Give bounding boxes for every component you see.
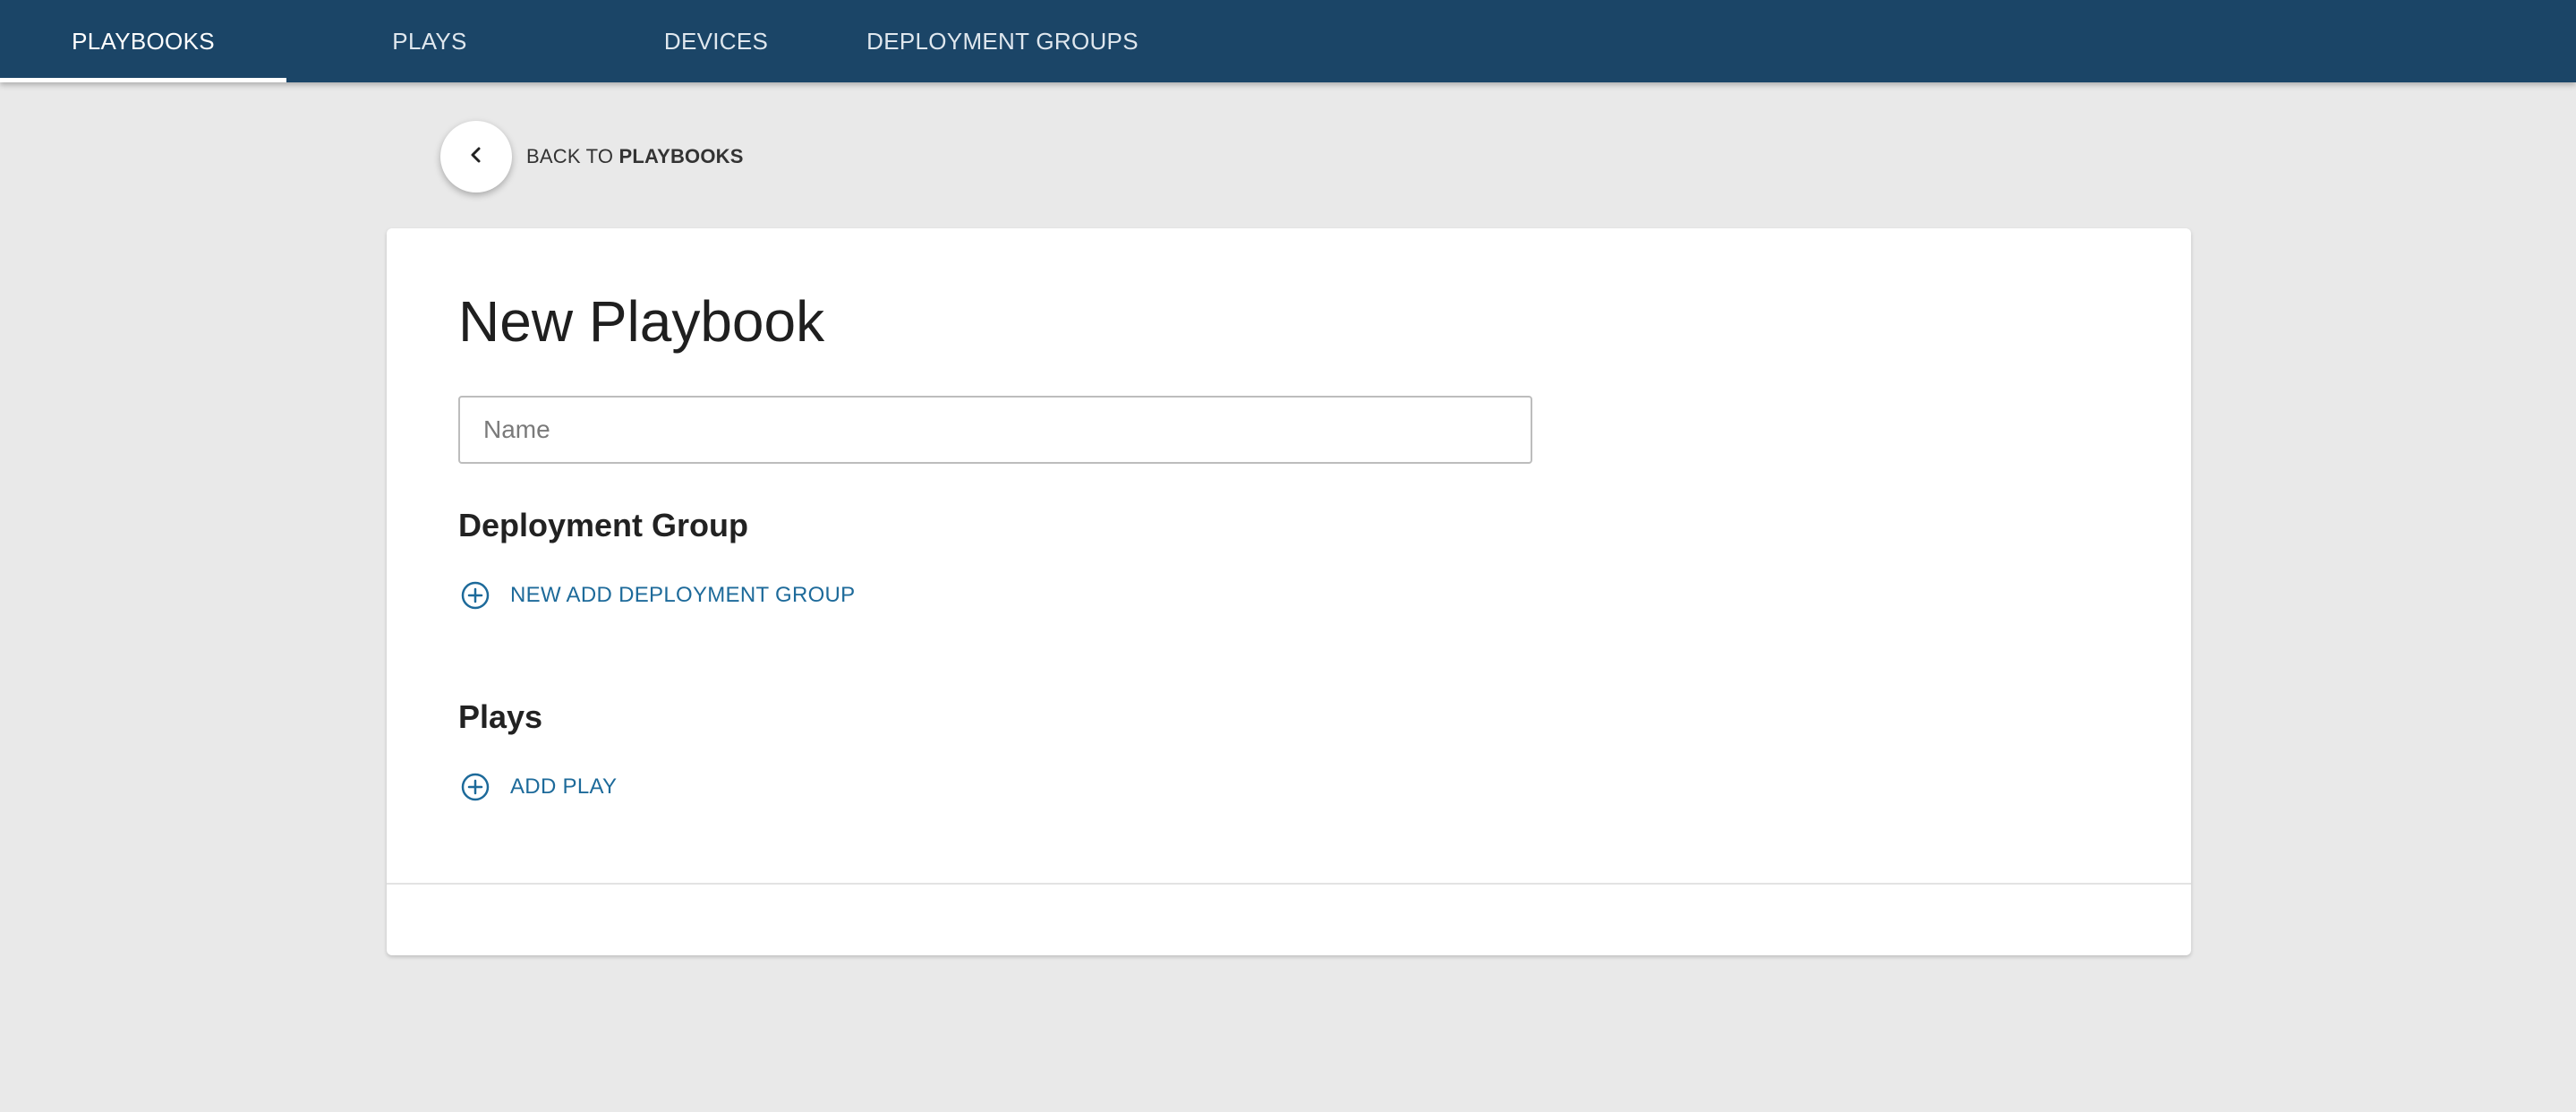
top-nav-bar: PLAYBOOKS PLAYS DEVICES DEPLOYMENT GROUP… xyxy=(0,0,2576,82)
tab-playbooks[interactable]: PLAYBOOKS xyxy=(0,0,286,82)
add-play-label: ADD PLAY xyxy=(510,774,618,799)
tab-deployment-groups-label: DEPLOYMENT GROUPS xyxy=(866,27,1139,55)
new-playbook-card: New Playbook Deployment Group NEW ADD DE… xyxy=(387,228,2191,955)
tab-deployment-groups[interactable]: DEPLOYMENT GROUPS xyxy=(859,0,1146,82)
deployment-group-heading: Deployment Group xyxy=(458,507,749,543)
card-footer-divider xyxy=(387,883,2191,885)
tab-devices[interactable]: DEVICES xyxy=(573,0,859,82)
back-label-prefix: BACK TO xyxy=(526,145,614,167)
plus-circle-icon xyxy=(460,772,490,802)
add-deployment-group-button[interactable]: NEW ADD DEPLOYMENT GROUP xyxy=(460,580,855,611)
tab-playbooks-label: PLAYBOOKS xyxy=(72,27,215,55)
back-button[interactable] xyxy=(440,121,512,192)
active-tab-indicator xyxy=(0,78,286,82)
plays-heading: Plays xyxy=(458,698,543,735)
back-label-target: PLAYBOOKS xyxy=(618,145,744,167)
add-play-button[interactable]: ADD PLAY xyxy=(460,772,617,802)
tab-plays-label: PLAYS xyxy=(392,27,467,55)
add-deployment-group-label: NEW ADD DEPLOYMENT GROUP xyxy=(510,583,856,607)
tab-devices-label: DEVICES xyxy=(663,27,769,55)
chevron-left-icon xyxy=(466,145,486,169)
tab-plays[interactable]: PLAYS xyxy=(286,0,573,82)
back-label[interactable]: BACK TO PLAYBOOKS xyxy=(526,145,744,168)
name-input[interactable] xyxy=(458,396,1532,464)
page-title: New Playbook xyxy=(458,289,825,354)
plus-circle-icon xyxy=(460,580,490,611)
back-navigation: BACK TO PLAYBOOKS xyxy=(440,121,744,192)
